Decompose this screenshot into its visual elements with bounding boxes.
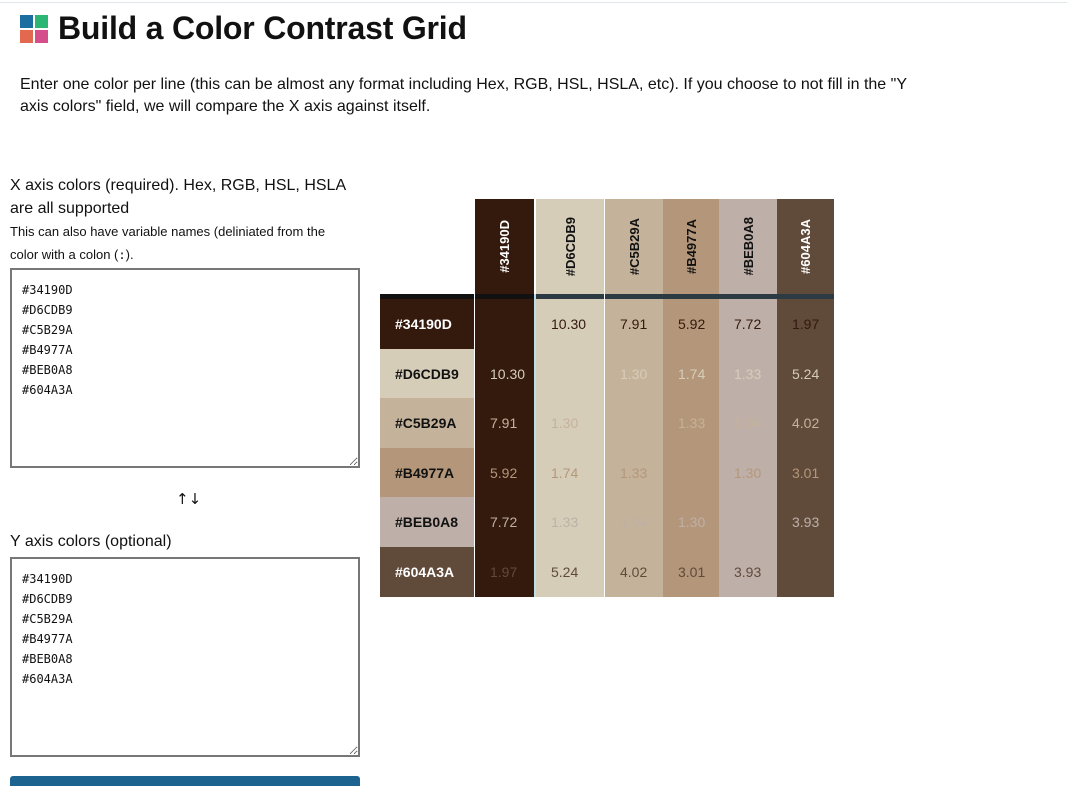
contrast-cell: 1.30 xyxy=(734,464,762,481)
contrast-cell: 7.72 xyxy=(734,316,762,332)
column-header: #34190D xyxy=(475,199,534,294)
grid-logo-icon xyxy=(20,14,48,43)
contrast-cell: 1.33 xyxy=(551,514,579,530)
contrast-cell: 7.91 xyxy=(490,415,518,431)
logo-square-4 xyxy=(35,29,48,43)
contrast-cell: 1.30 xyxy=(678,514,706,530)
top-border xyxy=(0,2,1067,3)
column-header: #D6CDB9 xyxy=(536,199,604,294)
contrast-cell: 5.24 xyxy=(792,365,820,382)
row-header: #B4977A xyxy=(380,448,474,497)
generate-button[interactable] xyxy=(10,776,360,786)
contrast-cell: 3.93 xyxy=(792,514,820,530)
contrast-cell: 5.92 xyxy=(490,464,518,481)
row-header: #34190D xyxy=(380,299,474,349)
column-header: #BEB0A8 xyxy=(719,199,777,294)
contrast-cell: 1.97 xyxy=(792,316,820,332)
sublabel-code: : xyxy=(118,248,126,262)
contrast-cell: 1.33 xyxy=(734,365,762,382)
column-header-label: #604A3A xyxy=(798,219,813,274)
contrast-cell: 4.02 xyxy=(792,415,820,431)
contrast-grid: #34190D #D6CDB9 #C5B29A #B4977A #BEB0A8 #604A… xyxy=(380,199,835,597)
column-header: #C5B29A xyxy=(605,199,663,294)
logo-square-2 xyxy=(35,14,48,28)
x-axis-colors-input[interactable] xyxy=(10,268,360,468)
column-header-label: #C5B29A xyxy=(626,217,642,276)
column-header: #604A3A xyxy=(777,199,834,294)
column-header-label: #BEB0A8 xyxy=(740,217,756,276)
contrast-cell: 10.30 xyxy=(551,316,587,332)
contrast-cell: 1.04 xyxy=(734,415,762,431)
column-header-label: #B4977A xyxy=(683,219,699,274)
y-axis-label: Y axis colors (optional) xyxy=(10,533,172,550)
contrast-cell: 1.33 xyxy=(620,464,648,481)
contrast-cell: 3.01 xyxy=(792,464,820,481)
column-header-label: #34190D xyxy=(497,220,512,273)
sublabel-prefix: This can also have variable names (delin… xyxy=(10,224,326,262)
contrast-cell: 4.02 xyxy=(620,564,648,580)
contrast-cell: 7.72 xyxy=(490,514,518,530)
contrast-cell: 7.91 xyxy=(620,316,648,332)
page-title: Build a Color Contrast Grid xyxy=(58,10,467,46)
x-axis-sublabel: This can also have variable names (delin… xyxy=(10,220,355,267)
intro-text: Enter one color per line (this can be al… xyxy=(20,76,907,115)
row-header: #D6CDB9 xyxy=(380,349,474,398)
sublabel-suffix: ). xyxy=(125,247,134,262)
contrast-cell: 10.30 xyxy=(490,365,526,382)
column-separator xyxy=(534,294,536,597)
contrast-cell: 1.04 xyxy=(620,514,648,530)
column-header-label: #D6CDB9 xyxy=(562,216,578,277)
logo-square-1 xyxy=(20,14,33,28)
contrast-cell: 5.24 xyxy=(551,564,579,580)
contrast-cell: 3.93 xyxy=(734,564,762,580)
contrast-cell: 1.30 xyxy=(551,415,579,431)
contrast-cell: 1.74 xyxy=(678,365,706,382)
contrast-cell: 3.01 xyxy=(678,564,706,580)
x-axis-label: X axis colors (required). Hex, RGB, HSL,… xyxy=(10,177,346,217)
contrast-cell: 1.33 xyxy=(678,415,706,431)
page-header: Build a Color Contrast Grid xyxy=(20,10,467,47)
contrast-cell: 1.74 xyxy=(551,464,579,481)
row-header: #BEB0A8 xyxy=(380,497,474,547)
row-header: #604A3A xyxy=(380,547,474,597)
contrast-cell: 1.97 xyxy=(490,564,518,580)
swap-axes-icon[interactable]: ↑↓ xyxy=(176,490,201,508)
contrast-cell: 1.30 xyxy=(620,365,648,382)
y-axis-colors-input[interactable] xyxy=(10,557,360,757)
row-header: #C5B29A xyxy=(380,398,474,448)
contrast-cell: 5.92 xyxy=(678,316,706,332)
column-header: #B4977A xyxy=(663,199,719,294)
logo-square-3 xyxy=(20,29,33,43)
